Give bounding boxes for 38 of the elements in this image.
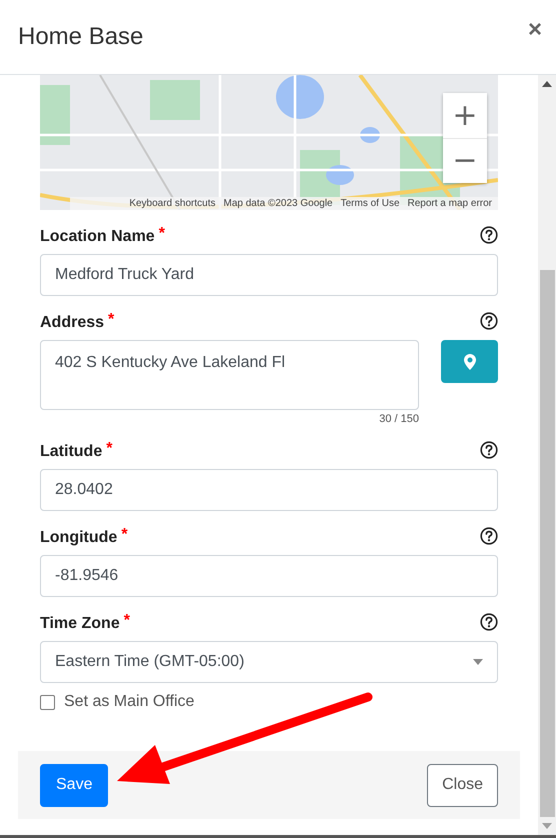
map-attribution-link[interactable]: Keyboard shortcuts — [129, 198, 216, 209]
map-attribution-link[interactable]: Terms of Use — [340, 198, 400, 209]
help-icon[interactable] — [480, 527, 498, 545]
map-attribution-link[interactable]: Map data ©2023 Google — [223, 198, 333, 209]
locate-button[interactable] — [441, 340, 498, 383]
character-counter: 30 / 150 — [379, 413, 419, 425]
required-mark: * — [124, 612, 130, 630]
help-icon[interactable] — [480, 441, 498, 459]
checkbox-label[interactable]: Set as Main Office — [64, 693, 194, 711]
checkbox[interactable] — [40, 694, 55, 710]
field-label: Time Zone — [40, 615, 120, 633]
zoom-out-button[interactable]: − — [443, 138, 487, 183]
field-label: Latitude — [40, 443, 102, 461]
zoom-in-button[interactable]: + — [443, 93, 487, 138]
dialog-title: Home Base — [18, 23, 144, 51]
required-mark: * — [106, 440, 112, 458]
input-field[interactable]: 28.0402 — [40, 469, 498, 511]
help-icon[interactable] — [480, 312, 498, 330]
map-attribution-link[interactable]: Report a map error — [408, 198, 492, 209]
field-label: Location Name — [40, 228, 155, 246]
map-pin-icon — [464, 354, 476, 370]
input-field[interactable]: Medford Truck Yard — [40, 254, 498, 296]
help-icon[interactable] — [480, 613, 498, 631]
address-field[interactable]: 402 S Kentucky Ave Lakeland Fl — [40, 340, 419, 410]
required-mark: * — [108, 311, 114, 329]
input-field[interactable]: -81.9546 — [40, 555, 498, 597]
required-mark: * — [121, 526, 128, 544]
field-label: Longitude — [40, 529, 118, 547]
required-mark: * — [158, 225, 165, 243]
time-zone-select[interactable]: Eastern Time (GMT-05:00) — [40, 641, 498, 683]
field-label: Address — [40, 314, 104, 332]
save-button[interactable]: Save — [40, 764, 108, 806]
scrollbar[interactable] — [538, 75, 556, 835]
caret-icon — [473, 659, 483, 665]
close-button[interactable]: Close — [427, 764, 498, 806]
close-button[interactable]: × — [524, 18, 546, 42]
scroll-up-arrow-icon[interactable] — [542, 81, 552, 87]
help-icon[interactable] — [480, 226, 498, 244]
